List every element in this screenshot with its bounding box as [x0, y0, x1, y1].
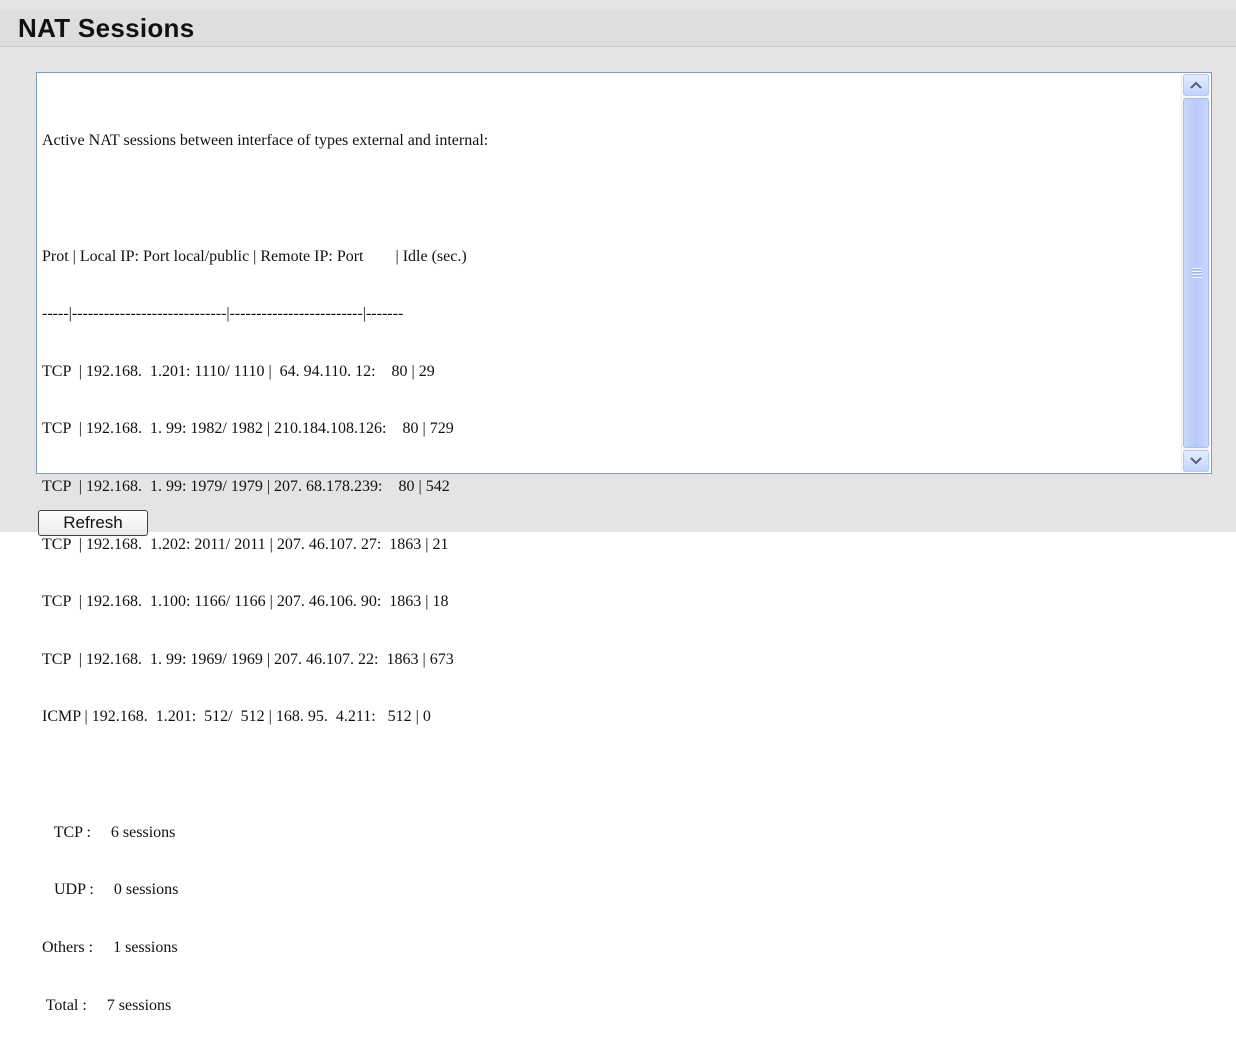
log-blank-line — [42, 765, 1175, 784]
vertical-scrollbar[interactable] — [1181, 74, 1210, 472]
session-row: TCP | 192.168. 1.201: 1110/ 1110 | 64. 9… — [42, 362, 435, 380]
title-bar: NAT Sessions — [0, 10, 1236, 47]
session-row: TCP | 192.168. 1. 99: 1979/ 1979 | 207. … — [42, 478, 450, 496]
sessions-textarea[interactable]: Active NAT sessions between interface of… — [36, 72, 1212, 1014]
summary-total: Total : 7 sessions — [42, 996, 172, 1014]
session-row: TCP | 192.168. 1.100: 1166/ 1166 | 207. … — [42, 593, 449, 611]
summary-others: Others : 1 sessions — [42, 938, 178, 956]
grip-icon — [1192, 268, 1202, 278]
refresh-button[interactable]: Refresh — [38, 510, 148, 536]
summary-tcp: TCP : 6 sessions — [42, 823, 176, 841]
chevron-down-icon — [1190, 457, 1202, 465]
log-separator: -----|-----------------------------|----… — [42, 305, 404, 323]
sessions-log: Active NAT sessions between interface of… — [42, 93, 1175, 1053]
session-row: ICMP | 192.168. 1.201: 512/ 512 | 168. 9… — [42, 708, 431, 726]
log-columns: Prot | Local IP: Port local/public | Rem… — [42, 247, 467, 265]
summary-udp: UDP : 0 sessions — [42, 881, 179, 899]
session-row: TCP | 192.168. 1. 99: 1982/ 1982 | 210.1… — [42, 420, 454, 438]
chevron-up-icon — [1190, 81, 1202, 89]
scroll-up-button[interactable] — [1183, 74, 1209, 96]
session-row: TCP | 192.168. 1. 99: 1969/ 1969 | 207. … — [42, 650, 454, 668]
page-title: NAT Sessions — [18, 13, 195, 43]
log-header: Active NAT sessions between interface of… — [42, 132, 489, 150]
nat-sessions-panel: NAT Sessions Active NAT sessions between… — [0, 0, 1236, 1014]
log-blank-line — [42, 189, 1175, 208]
scroll-thumb[interactable] — [1183, 98, 1209, 448]
session-row: TCP | 192.168. 1.202: 2011/ 2011 | 207. … — [42, 535, 449, 553]
scroll-down-button[interactable] — [1183, 450, 1209, 472]
